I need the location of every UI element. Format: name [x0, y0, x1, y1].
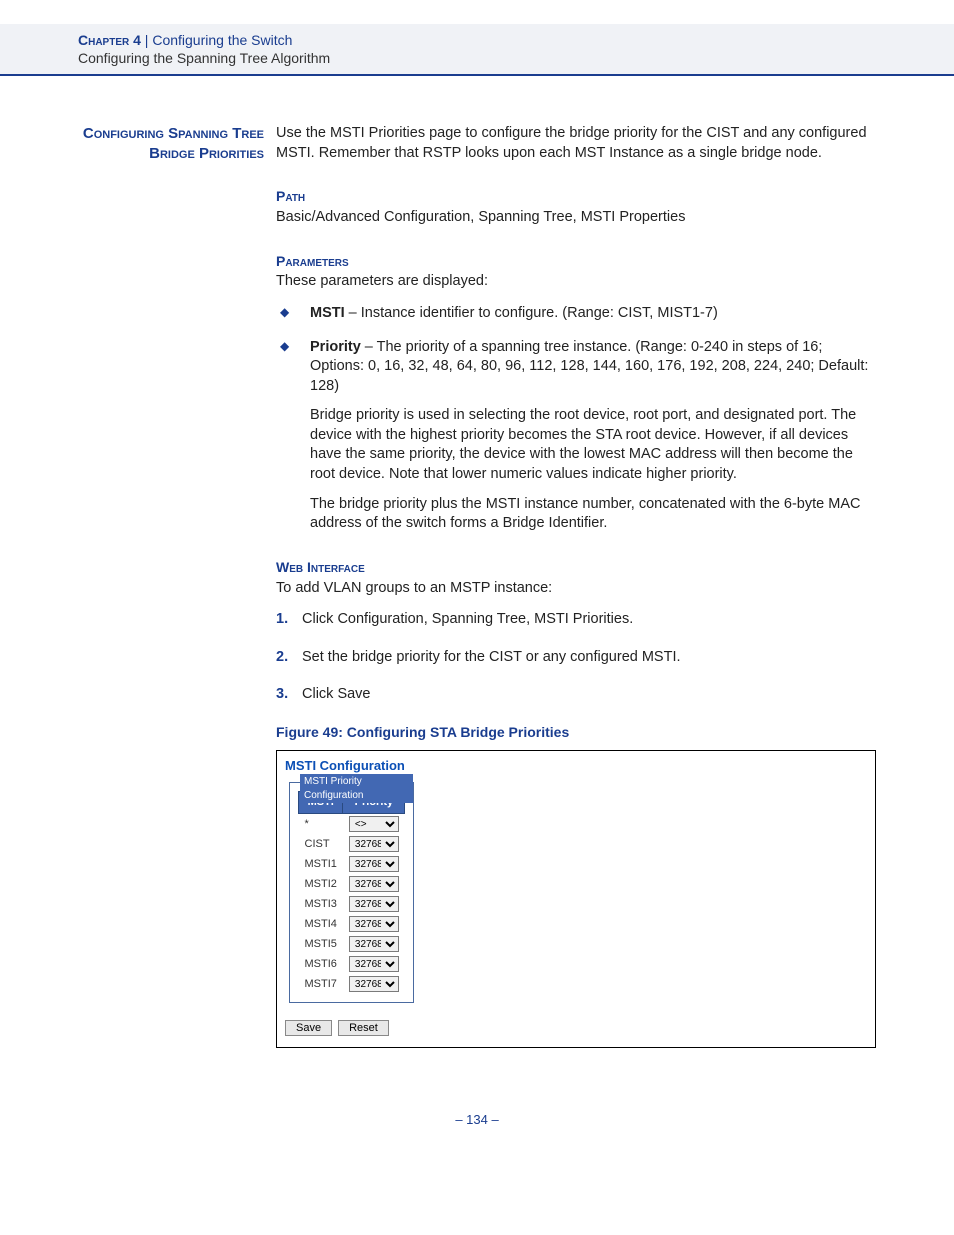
step-item: Click Save	[276, 685, 876, 705]
figure-screenshot: MSTI Configuration MSTI Priority Configu…	[276, 750, 876, 1049]
msti-label: MSTI3	[299, 894, 343, 914]
table-row: MSTI1 32768	[299, 854, 405, 874]
step-item: Set the bridge priority for the CIST or …	[276, 648, 876, 668]
table-row: MSTI6 32768	[299, 954, 405, 974]
step-item: Click Configuration, Spanning Tree, MSTI…	[276, 610, 876, 630]
parameter-paragraph: Bridge priority is used in selecting the…	[310, 406, 876, 484]
figure-caption: Figure 49: Configuring STA Bridge Priori…	[276, 723, 876, 742]
chapter-title: Configuring the Switch	[152, 32, 292, 48]
table-row: MSTI5 32768	[299, 934, 405, 954]
steps-list: Click Configuration, Spanning Tree, MSTI…	[276, 610, 876, 705]
chapter-subtitle: Configuring the Spanning Tree Algorithm	[78, 50, 954, 66]
msti-label: MSTI5	[299, 934, 343, 954]
parameter-paragraph: The bridge priority plus the MSTI instan…	[310, 495, 876, 534]
msti-label: CIST	[299, 834, 343, 854]
priority-select[interactable]: 32768	[349, 916, 399, 932]
msti-label: MSTI2	[299, 874, 343, 894]
parameter-term: Priority	[310, 339, 361, 355]
priority-select[interactable]: 32768	[349, 856, 399, 872]
msti-label: MSTI1	[299, 854, 343, 874]
msti-label: MSTI4	[299, 914, 343, 934]
msti-label: MSTI7	[299, 974, 343, 994]
msti-label: *	[299, 814, 343, 835]
web-interface-text: To add VLAN groups to an MSTP instance:	[276, 579, 876, 599]
config-fieldset: MSTI Priority Configuration MSTI Priorit…	[289, 782, 414, 1003]
priority-select[interactable]: 32768	[349, 876, 399, 892]
breadcrumb-separator: |	[141, 32, 152, 48]
parameter-desc: – Instance identifier to configure. (Ran…	[345, 305, 718, 321]
table-row: * <>	[299, 814, 405, 835]
table-row: MSTI7 32768	[299, 974, 405, 994]
reset-button[interactable]: Reset	[338, 1020, 389, 1036]
priority-table: MSTI Priority *<>CIST32768MSTI132768MSTI…	[298, 791, 405, 994]
web-interface-heading: Web Interface	[276, 558, 876, 577]
priority-select[interactable]: <>	[349, 816, 399, 832]
save-button[interactable]: Save	[285, 1020, 332, 1036]
page-number: – 134 –	[0, 1112, 954, 1157]
parameter-term: MSTI	[310, 305, 345, 321]
table-row: CIST 32768	[299, 834, 405, 854]
table-row: MSTI4 32768	[299, 914, 405, 934]
intro-paragraph: Use the MSTI Priorities page to configur…	[276, 124, 876, 163]
parameter-item: Priority – The priority of a spanning tr…	[276, 338, 876, 534]
msti-label: MSTI6	[299, 954, 343, 974]
chapter-label: Chapter 4	[78, 32, 141, 48]
table-row: MSTI2 32768	[299, 874, 405, 894]
parameter-list: MSTI – Instance identifier to configure.…	[276, 304, 876, 534]
priority-select[interactable]: 32768	[349, 896, 399, 912]
priority-select[interactable]: 32768	[349, 976, 399, 992]
priority-select[interactable]: 32768	[349, 836, 399, 852]
parameters-text: These parameters are displayed:	[276, 272, 876, 292]
fieldset-legend: MSTI Priority Configuration	[300, 774, 413, 803]
priority-select[interactable]: 32768	[349, 956, 399, 972]
path-text: Basic/Advanced Configuration, Spanning T…	[276, 208, 876, 228]
priority-select[interactable]: 32768	[349, 936, 399, 952]
parameter-desc: – The priority of a spanning tree instan…	[310, 339, 868, 394]
config-title: MSTI Configuration	[285, 757, 867, 775]
parameter-item: MSTI – Instance identifier to configure.…	[276, 304, 876, 324]
section-heading: Configuring Spanning Tree Bridge Priorit…	[78, 124, 276, 1048]
path-heading: Path	[276, 187, 876, 206]
table-row: MSTI3 32768	[299, 894, 405, 914]
parameters-heading: Parameters	[276, 252, 876, 271]
page-header: Chapter 4 | Configuring the Switch Confi…	[0, 24, 954, 76]
